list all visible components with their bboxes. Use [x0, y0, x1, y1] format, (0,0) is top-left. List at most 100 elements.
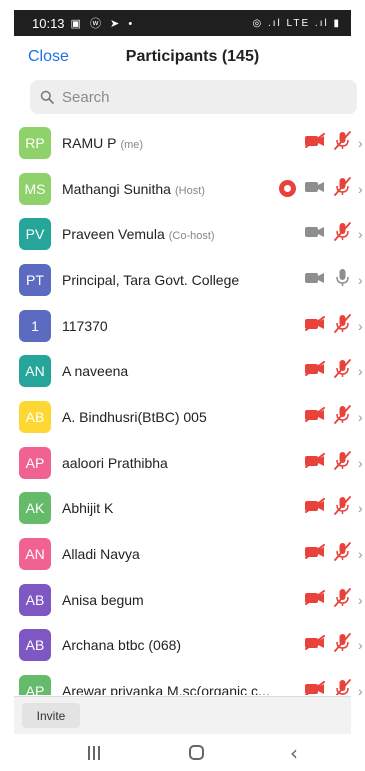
video-off-icon[interactable]	[304, 361, 326, 381]
participant-row[interactable]: AP Arewar privanka M.sc(organic c... ›	[14, 668, 365, 695]
avatar: AN	[19, 538, 51, 571]
back-icon[interactable]: ‹	[290, 741, 298, 765]
mic-muted-icon[interactable]	[334, 359, 351, 383]
bottom-toolbar: Invite	[14, 696, 351, 734]
recent-apps-icon[interactable]	[88, 746, 102, 760]
participant-name: A. Bindhusri(BtBC) 005	[62, 408, 207, 425]
mic-muted-icon[interactable]	[334, 496, 351, 520]
chevron-right-icon[interactable]: ›	[358, 363, 363, 379]
search-bar[interactable]	[30, 80, 357, 114]
video-off-icon[interactable]	[304, 132, 326, 153]
chevron-right-icon[interactable]: ›	[358, 272, 363, 288]
participant-row[interactable]: AK Abhijit K ›	[14, 486, 365, 532]
chevron-right-icon[interactable]: ›	[358, 181, 363, 197]
participant-row[interactable]: AN A naveena ›	[14, 348, 365, 394]
participant-name-cell: 117370	[62, 318, 108, 334]
avatar: 1	[19, 309, 51, 342]
participant-name: Alladi Navya	[62, 546, 140, 563]
video-off-icon[interactable]	[304, 315, 326, 336]
chevron-right-icon[interactable]: ›	[358, 592, 363, 608]
media-status-icons	[304, 486, 351, 532]
video-off-icon[interactable]	[304, 452, 326, 473]
mic-muted-icon[interactable]	[334, 222, 351, 246]
chevron-right-icon[interactable]: ›	[358, 135, 363, 151]
participant-row[interactable]: AB A. Bindhusri(BtBC) 005 ›	[14, 394, 365, 440]
video-off-icon[interactable]	[304, 406, 326, 427]
android-nav-bar: ‹	[14, 740, 351, 771]
mic-muted-icon[interactable]	[334, 450, 351, 475]
avatar: RP	[19, 126, 51, 159]
chevron-right-icon[interactable]: ›	[358, 683, 363, 695]
participant-name: Arewar privanka M.sc(organic c...	[62, 683, 270, 695]
participant-row[interactable]: RP RAMU P (me) ›	[14, 120, 365, 166]
chevron-right-icon[interactable]: ›	[358, 409, 363, 425]
participant-row[interactable]: AN Alladi Navya ›	[14, 531, 365, 577]
close-button[interactable]: Close	[28, 48, 69, 66]
video-on-icon[interactable]	[304, 270, 326, 290]
participant-name: Abhijit K	[62, 500, 114, 517]
participant-name: Praveen Vemula	[62, 226, 165, 243]
media-status-icons	[304, 303, 351, 349]
participant-name: 117370	[62, 317, 108, 334]
participant-list[interactable]: RP RAMU P (me) › MS Mathangi Sunitha (Host) › PV…	[14, 120, 365, 695]
mic-muted-icon[interactable]	[334, 633, 351, 657]
avatar: AB	[19, 629, 51, 662]
signal-battery-icons: ◎ .ıl LTE .ıl ▮	[252, 17, 341, 29]
status-bar: 10:13 ▣ ⓦ ➤ • ◎ .ıl LTE .ıl ▮	[14, 10, 351, 36]
video-on-icon[interactable]	[304, 179, 326, 199]
mic-muted-icon[interactable]	[334, 587, 351, 612]
participant-name-cell: A naveena	[62, 363, 128, 379]
participant-row[interactable]: 1 117370 ›	[14, 303, 365, 349]
participants-header: Close Participants (145)	[14, 38, 351, 76]
participant-name-cell: aaloori Prathibha	[62, 455, 168, 471]
media-status-icons	[304, 211, 351, 257]
mic-on-icon[interactable]	[334, 268, 351, 292]
participant-row[interactable]: MS Mathangi Sunitha (Host) ›	[14, 166, 365, 212]
media-status-icons	[304, 394, 351, 440]
participant-name-cell: Archana btbc (068)	[62, 637, 181, 653]
chevron-right-icon[interactable]: ›	[358, 637, 363, 653]
participant-role: (Host)	[174, 184, 205, 197]
participant-row[interactable]: PT Principal, Tara Govt. College ›	[14, 257, 365, 303]
video-off-icon[interactable]	[304, 498, 326, 518]
invite-button[interactable]: Invite	[22, 703, 80, 728]
chevron-right-icon[interactable]: ›	[358, 546, 363, 562]
video-off-icon[interactable]	[304, 589, 326, 610]
participant-row[interactable]: AP aaloori Prathibha ›	[14, 440, 365, 486]
participant-name: Anisa begum	[62, 591, 144, 608]
video-off-icon[interactable]	[304, 635, 326, 655]
avatar: MS	[19, 172, 51, 205]
avatar: PT	[19, 263, 51, 296]
participant-role: (Co-host)	[168, 230, 215, 243]
search-input[interactable]	[62, 88, 322, 106]
search-icon	[40, 90, 54, 104]
chevron-right-icon[interactable]: ›	[358, 455, 363, 471]
video-off-icon[interactable]	[304, 681, 326, 695]
video-on-icon[interactable]	[304, 224, 326, 244]
chevron-right-icon[interactable]: ›	[358, 500, 363, 516]
participant-role: (me)	[120, 138, 144, 151]
participant-name-cell: Anisa begum	[62, 592, 144, 608]
video-off-icon[interactable]	[304, 544, 326, 564]
media-status-icons	[304, 577, 351, 623]
chevron-right-icon[interactable]: ›	[358, 226, 363, 242]
mic-muted-icon[interactable]	[334, 679, 351, 695]
participant-name-cell: Principal, Tara Govt. College	[62, 272, 239, 288]
notification-icons: ▣ ⓦ ➤ •	[70, 18, 136, 30]
avatar: AP	[19, 675, 51, 695]
mic-muted-icon[interactable]	[334, 176, 351, 201]
participant-name-cell: Praveen Vemula (Co-host)	[62, 226, 215, 242]
avatar: AB	[19, 400, 51, 433]
participant-row[interactable]: AB Archana btbc (068) ›	[14, 623, 365, 669]
home-icon[interactable]	[189, 745, 204, 760]
mic-muted-icon[interactable]	[334, 542, 351, 566]
participant-row[interactable]: PV Praveen Vemula (Co-host) ›	[14, 211, 365, 257]
chevron-right-icon[interactable]: ›	[358, 318, 363, 334]
avatar: AN	[19, 355, 51, 388]
mic-muted-icon[interactable]	[334, 313, 351, 338]
mic-muted-icon[interactable]	[334, 405, 351, 429]
recording-icon	[279, 180, 296, 198]
status-time: 10:13	[32, 15, 65, 31]
participant-row[interactable]: AB Anisa begum ›	[14, 577, 365, 623]
mic-muted-icon[interactable]	[334, 130, 351, 155]
